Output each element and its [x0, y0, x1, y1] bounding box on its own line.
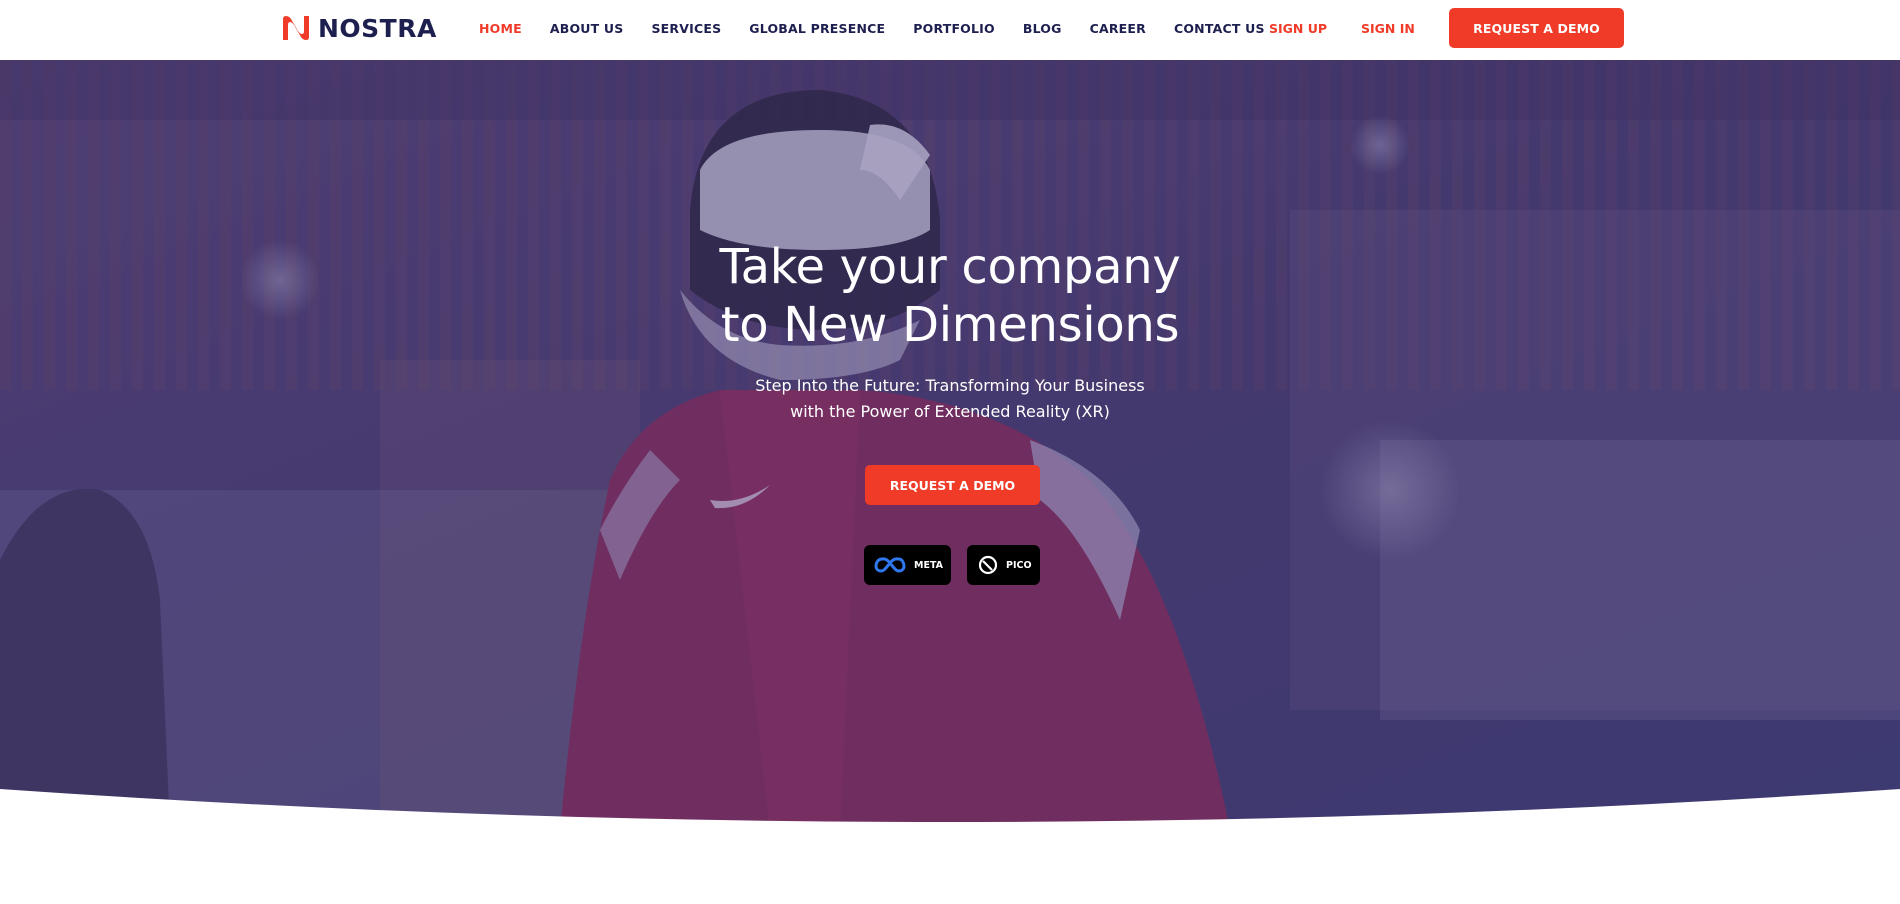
- hero-subtitle-line-1: Step Into the Future: Transforming Your …: [755, 376, 1145, 395]
- hero-subtitle: Step Into the Future: Transforming Your …: [0, 373, 1900, 425]
- hero-section: Take your company to New Dimensions Step…: [0, 60, 1900, 830]
- hero-subtitle-line-2: with the Power of Extended Reality (XR): [790, 402, 1110, 421]
- brand-logo[interactable]: NOSTRA: [280, 12, 437, 44]
- sign-in-wrap: SIGN IN: [1361, 0, 1415, 56]
- nav-about-us[interactable]: ABOUT US: [550, 21, 624, 36]
- hero-title: Take your company to New Dimensions: [0, 238, 1900, 354]
- top-navbar: NOSTRA HOME ABOUT US SERVICES GLOBAL PRE…: [0, 0, 1900, 60]
- nav-portfolio[interactable]: PORTFOLIO: [913, 21, 995, 36]
- hero-background-image: [0, 60, 1900, 830]
- hero-request-demo-button[interactable]: REQUEST A DEMO: [865, 465, 1040, 505]
- meta-label: META: [914, 559, 944, 571]
- pico-logo-icon: [978, 555, 998, 575]
- meta-badge[interactable]: META: [864, 545, 951, 585]
- sign-up-wrap: SIGN UP: [1269, 0, 1327, 56]
- nav-career[interactable]: CAREER: [1090, 21, 1146, 36]
- hero-title-line-2: to New Dimensions: [720, 297, 1180, 353]
- nav-blog[interactable]: BLOG: [1023, 21, 1062, 36]
- nav-global-presence[interactable]: GLOBAL PRESENCE: [749, 21, 885, 36]
- pico-label: PICO: [1006, 559, 1032, 571]
- sign-up-link[interactable]: SIGN UP: [1269, 21, 1327, 36]
- nav-request-demo-button[interactable]: REQUEST A DEMO: [1449, 8, 1624, 48]
- nav-home[interactable]: HOME: [479, 21, 522, 36]
- nav-contact-us[interactable]: CONTACT US: [1174, 21, 1265, 36]
- hero-title-line-1: Take your company: [719, 239, 1181, 295]
- nostra-logo-icon: [283, 16, 309, 40]
- sign-in-link[interactable]: SIGN IN: [1361, 21, 1415, 36]
- pico-badge[interactable]: PICO: [967, 545, 1040, 585]
- brand-name: NOSTRA: [318, 13, 437, 43]
- nav-services[interactable]: SERVICES: [651, 21, 721, 36]
- hero-bottom-curve: [0, 789, 1900, 904]
- main-menu: HOME ABOUT US SERVICES GLOBAL PRESENCE P…: [479, 0, 1293, 56]
- meta-infinity-icon: [874, 557, 906, 573]
